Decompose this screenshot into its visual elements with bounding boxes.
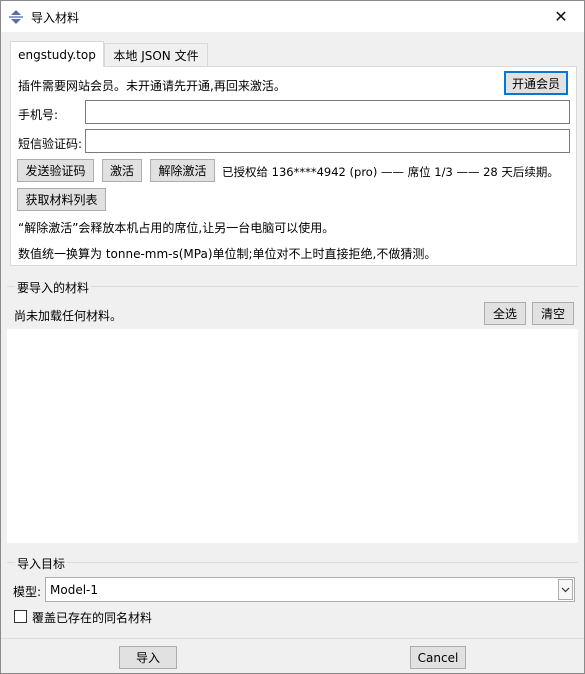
- footer-divider: [1, 638, 584, 639]
- cancel-button[interactable]: Cancel: [410, 646, 466, 669]
- phone-label: 手机号:: [18, 108, 59, 122]
- sms-code-label: 短信验证码:: [18, 137, 83, 151]
- chevron-down-icon[interactable]: [558, 579, 573, 600]
- open-membership-button[interactable]: 开通会员: [504, 71, 568, 95]
- clear-button[interactable]: 清空: [532, 302, 574, 325]
- materials-group-title: 要导入的材料: [15, 279, 92, 296]
- close-icon: ✕: [554, 7, 568, 26]
- close-button[interactable]: ✕: [538, 1, 584, 32]
- app-arrows-icon: [8, 9, 24, 25]
- select-all-button[interactable]: 全选: [484, 302, 526, 325]
- sms-code-input[interactable]: [85, 129, 570, 153]
- tab-label: 本地 JSON 文件: [113, 48, 199, 63]
- phone-input[interactable]: [85, 100, 570, 124]
- materials-empty-text: 尚未加载任何材料。: [14, 309, 123, 323]
- model-label: 模型:: [13, 585, 42, 599]
- window-title: 导入材料: [31, 11, 80, 25]
- deactivate-button[interactable]: 解除激活: [150, 159, 215, 182]
- deactivate-hint: “解除激活”会释放本机占用的席位,让另一台电脑可以使用。: [18, 221, 335, 235]
- membership-notice: 插件需要网站会员。未开通请先开通,再回来激活。: [18, 79, 286, 93]
- overwrite-checkbox[interactable]: [14, 610, 27, 623]
- import-button[interactable]: 导入: [119, 646, 177, 669]
- model-select[interactable]: Model-1: [45, 577, 575, 602]
- import-materials-dialog: 导入材料 ✕ engstudy.top 本地 JSON 文件 插件需要网站会员。…: [0, 0, 585, 674]
- materials-group-border: [7, 286, 578, 287]
- fetch-materials-button[interactable]: 获取材料列表: [17, 188, 106, 211]
- model-select-value: Model-1: [50, 582, 98, 597]
- tab-local-json[interactable]: 本地 JSON 文件: [104, 43, 208, 67]
- title-bar[interactable]: 导入材料 ✕: [1, 1, 584, 32]
- tab-engstudy[interactable]: engstudy.top: [10, 41, 104, 67]
- license-status: 已授权给 136****4942 (pro) —— 席位 1/3 —— 28 天…: [222, 165, 559, 179]
- overwrite-label: 覆盖已存在的同名材料: [32, 611, 153, 625]
- activate-button[interactable]: 激活: [102, 159, 142, 182]
- target-group-border: [7, 562, 578, 563]
- materials-list[interactable]: [7, 329, 578, 543]
- unit-hint: 数值统一换算为 tonne-mm-s(MPa)单位制;单位对不上时直接拒绝,不做…: [18, 247, 437, 261]
- target-group-title: 导入目标: [15, 555, 68, 572]
- tab-label: engstudy.top: [18, 47, 96, 62]
- send-code-button[interactable]: 发送验证码: [17, 159, 94, 182]
